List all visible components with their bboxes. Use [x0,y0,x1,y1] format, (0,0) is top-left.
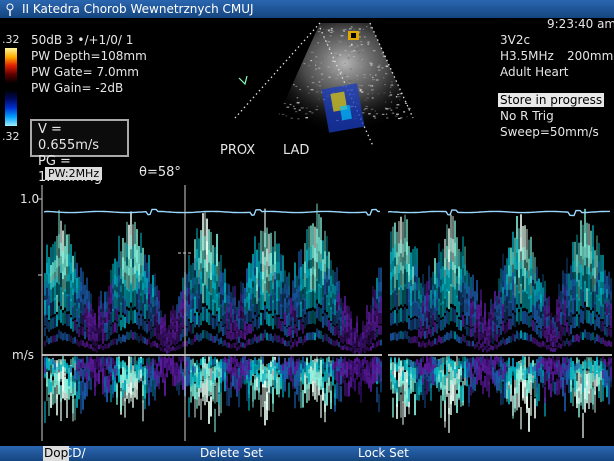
pw-depth: PW Depth=108mm [31,49,147,63]
title-bar: II Katedra Chorob Wewnetrznych CMUJ [0,0,614,18]
mode-active-dop[interactable]: Dop [43,446,70,461]
color-scale-blue [5,90,17,126]
clock-time: 9:23:40 am [547,17,614,31]
doppler-spectrum [38,185,612,441]
pw-gate: PW Gate= 7.0mm [31,65,139,79]
preset-name: Adult Heart [500,65,569,79]
spectrum-bands [44,203,612,438]
university-logo-icon [6,3,14,16]
color-scale-bottom-label: .32 [2,130,20,143]
doppler-angle: θ=58° [139,165,181,180]
trigger-status: No R Trig [500,109,554,123]
window-title: II Katedra Chorob Wewnetrznych CMUJ [22,2,254,16]
gain-settings: 50dB 3 •/+1/0/ 1 [31,33,134,47]
ecg-trace [43,208,610,217]
probe-frequency: H3.5MHz [500,49,554,63]
color-scale-red [5,48,17,83]
orientation-marker [238,75,248,86]
sector-image [234,22,415,147]
pw-gain: PW Gain= -2dB [31,81,124,95]
delete-set-button[interactable]: Delete Set [200,446,263,461]
doppler-mode-badge: PW:2MHz [45,167,103,180]
velocity-value: V = 0.655m/s [38,122,100,153]
color-scale-top-label: .32 [2,33,20,46]
lock-set-button[interactable]: Lock Set [358,446,409,461]
sweep-gap [382,185,388,441]
bottom-softkey-bar: 2D/CD/Dop Delete Set Lock Set [0,446,614,461]
imaging-depth: 200mm [567,49,614,63]
label-lad: LAD [283,143,310,158]
label-prox: PROX [220,143,256,158]
probe-name: 3V2c [500,33,531,47]
store-status-badge: Store in progress [498,93,605,107]
measurement-box: V = 0.655m/s PG = 1.7mmHg [30,119,129,185]
sweep-speed: Sweep=50mm/s [500,125,599,139]
